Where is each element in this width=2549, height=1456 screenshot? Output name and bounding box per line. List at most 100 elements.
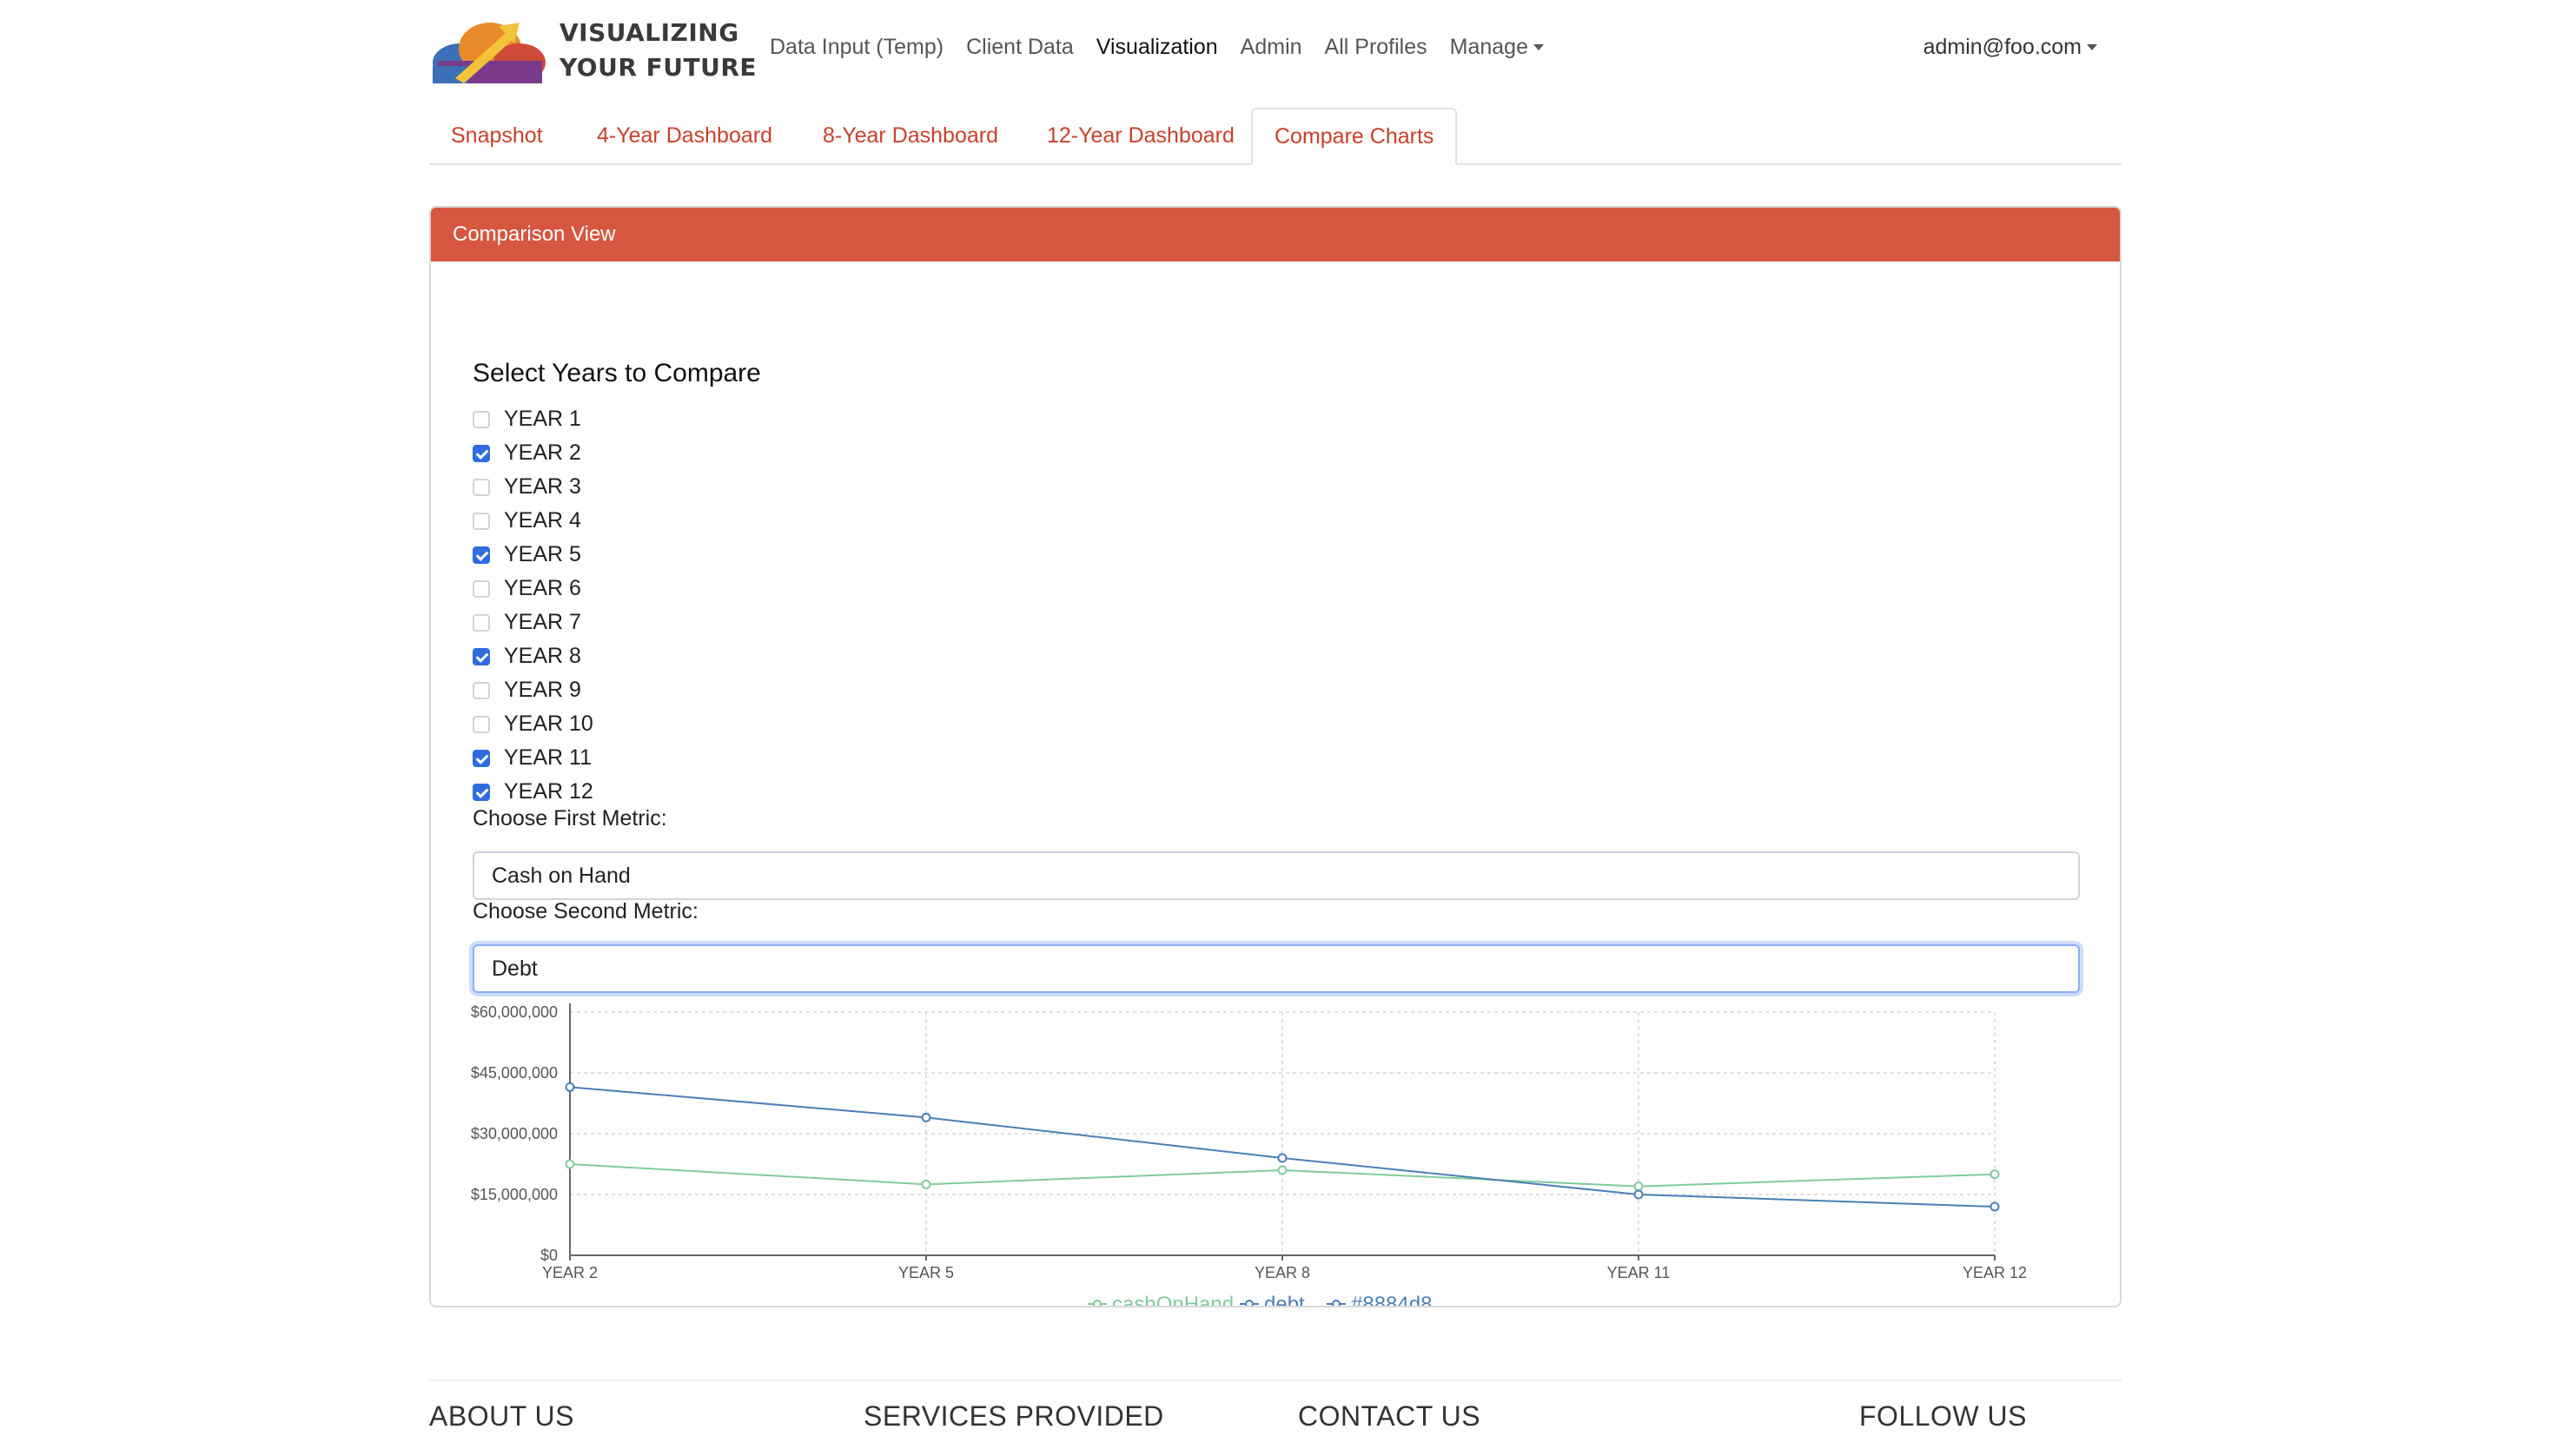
year-option[interactable]: YEAR 2: [473, 436, 593, 470]
card-header: Comparison View: [431, 208, 2120, 261]
brand-name: VISUALIZING YOUR FUTURE: [559, 16, 757, 85]
second-metric-select[interactable]: Debt: [473, 944, 2080, 993]
year-label: YEAR 9: [504, 678, 581, 702]
year-checkbox[interactable]: [473, 579, 490, 598]
x-tick-label: YEAR 8: [1255, 1264, 1310, 1281]
footer-follow-us: FOLLOW US: [1859, 1400, 2027, 1432]
data-point-debt: [921, 1112, 931, 1122]
data-point-cashOnHand: [565, 1159, 575, 1169]
data-point-debt: [1277, 1153, 1288, 1163]
footer-about-us: ABOUT US: [429, 1400, 574, 1432]
tab-4-year-dashboard[interactable]: 4-Year Dashboard: [575, 108, 794, 163]
x-tick-label: YEAR 5: [898, 1264, 954, 1281]
data-point-debt: [1990, 1201, 2000, 1212]
tab-compare-charts[interactable]: Compare Charts: [1251, 108, 1458, 165]
footer-divider: [429, 1380, 2122, 1381]
year-checkbox[interactable]: [473, 783, 490, 801]
nav-visualization[interactable]: Visualization: [1096, 35, 1218, 60]
x-tick-label: YEAR 12: [1963, 1264, 2027, 1281]
first-metric-select[interactable]: Cash on Hand: [473, 851, 2080, 900]
year-label: YEAR 10: [504, 711, 593, 736]
year-option[interactable]: YEAR 12: [473, 775, 593, 809]
nav-data-input[interactable]: Data Input (Temp): [770, 35, 943, 60]
footer-services-provided: SERVICES PROVIDED: [864, 1400, 1164, 1432]
data-point-debt: [1633, 1189, 1644, 1200]
legend-label: cashOnHand: [1112, 1293, 1234, 1307]
nav-all-profiles[interactable]: All Profiles: [1325, 35, 1427, 60]
tab-snapshot[interactable]: Snapshot: [429, 108, 565, 163]
brand-logo-icon: [433, 23, 546, 83]
legend-marker: [1093, 1300, 1102, 1306]
year-label: YEAR 7: [504, 610, 581, 634]
nav-manage-label: Manage: [1449, 35, 1528, 59]
year-label: YEAR 2: [504, 440, 581, 465]
year-option[interactable]: YEAR 6: [473, 572, 593, 606]
year-option[interactable]: YEAR 10: [473, 707, 593, 741]
legend-marker: [1332, 1300, 1341, 1306]
year-checkbox[interactable]: [473, 512, 490, 530]
caret-down-icon: [2087, 44, 2097, 50]
y-tick-label: $0: [540, 1247, 558, 1264]
nav-admin[interactable]: Admin: [1241, 35, 1302, 60]
user-email: admin@foo.com: [1923, 35, 2082, 59]
year-label: YEAR 3: [504, 474, 581, 499]
year-label: YEAR 11: [504, 745, 592, 770]
year-checkbox[interactable]: [473, 546, 490, 564]
comparison-line-chart: $0 $15,000,000 $30,000,000 $45,000,000 $60,0…: [471, 1003, 2027, 1307]
year-checkbox[interactable]: [473, 681, 490, 699]
data-point-cashOnHand: [1633, 1181, 1644, 1192]
year-checkbox[interactable]: [473, 410, 490, 428]
year-label: YEAR 12: [504, 779, 593, 804]
y-tick-label: $45,000,000: [471, 1064, 558, 1082]
y-tick-label: $30,000,000: [471, 1125, 558, 1142]
year-label: YEAR 6: [504, 576, 581, 600]
y-tick-label: $60,000,000: [471, 1003, 558, 1021]
nav-manage-dropdown[interactable]: Manage: [1450, 35, 1544, 60]
year-checkbox[interactable]: [473, 478, 490, 496]
year-option[interactable]: YEAR 7: [473, 606, 593, 639]
navbar: VISUALIZING YOUR FUTURE Data Input (Temp…: [429, 0, 2122, 100]
tab-12-year-dashboard[interactable]: 12-Year Dashboard: [1025, 108, 1256, 163]
section-title: Select Years to Compare: [473, 359, 761, 387]
year-option[interactable]: YEAR 11: [473, 741, 593, 775]
year-checkbox[interactable]: [473, 715, 490, 733]
legend-label: debt: [1264, 1293, 1305, 1307]
second-metric-label: Choose Second Metric:: [473, 899, 698, 923]
data-point-cashOnHand: [921, 1179, 931, 1189]
year-checkbox[interactable]: [473, 444, 490, 462]
year-label: YEAR 4: [504, 508, 581, 533]
first-metric-label: Choose First Metric:: [473, 806, 667, 831]
main-nav: Data Input (Temp) Client Data Visualizat…: [770, 35, 1566, 60]
x-tick-label: YEAR 11: [1607, 1264, 1671, 1281]
user-menu-dropdown[interactable]: admin@foo.com: [1923, 35, 2097, 60]
year-checkbox[interactable]: [473, 749, 490, 767]
year-checkbox[interactable]: [473, 613, 490, 632]
year-option[interactable]: YEAR 9: [473, 673, 593, 707]
brand-line-2: YOUR FUTURE: [559, 53, 758, 82]
legend-label: #8884d8: [1351, 1293, 1432, 1307]
brand-line-1: VISUALIZING: [559, 18, 739, 47]
data-point-cashOnHand: [1990, 1169, 2000, 1180]
y-tick-label: $15,000,000: [471, 1186, 558, 1203]
year-label: YEAR 8: [504, 644, 581, 668]
year-option[interactable]: YEAR 1: [473, 402, 593, 436]
year-label: YEAR 1: [504, 407, 581, 431]
caret-down-icon: [1533, 44, 1544, 50]
year-checkbox-list: YEAR 1 YEAR 2 YEAR 3 YEAR 4 YEAR 5 YEAR 6 YEAR…: [473, 402, 593, 809]
brand[interactable]: VISUALIZING YOUR FUTURE: [429, 16, 757, 85]
nav-client-data[interactable]: Client Data: [966, 35, 1074, 60]
legend-marker: [1245, 1300, 1254, 1306]
year-label: YEAR 5: [504, 542, 581, 566]
year-option[interactable]: YEAR 3: [473, 470, 593, 504]
year-option[interactable]: YEAR 4: [473, 504, 593, 538]
data-point-cashOnHand: [1277, 1165, 1288, 1175]
data-point-debt: [565, 1082, 575, 1092]
tab-8-year-dashboard[interactable]: 8-Year Dashboard: [801, 108, 1020, 163]
comparison-card: Comparison View Select Years to Compare …: [429, 206, 2122, 1307]
x-tick-label: YEAR 2: [542, 1264, 598, 1281]
year-checkbox[interactable]: [473, 647, 490, 665]
footer-contact-us: CONTACT US: [1298, 1400, 1481, 1432]
dashboard-tabs: Snapshot 4-Year Dashboard 8-Year Dashboa…: [429, 108, 2122, 165]
year-option[interactable]: YEAR 5: [473, 538, 593, 572]
year-option[interactable]: YEAR 8: [473, 639, 593, 673]
